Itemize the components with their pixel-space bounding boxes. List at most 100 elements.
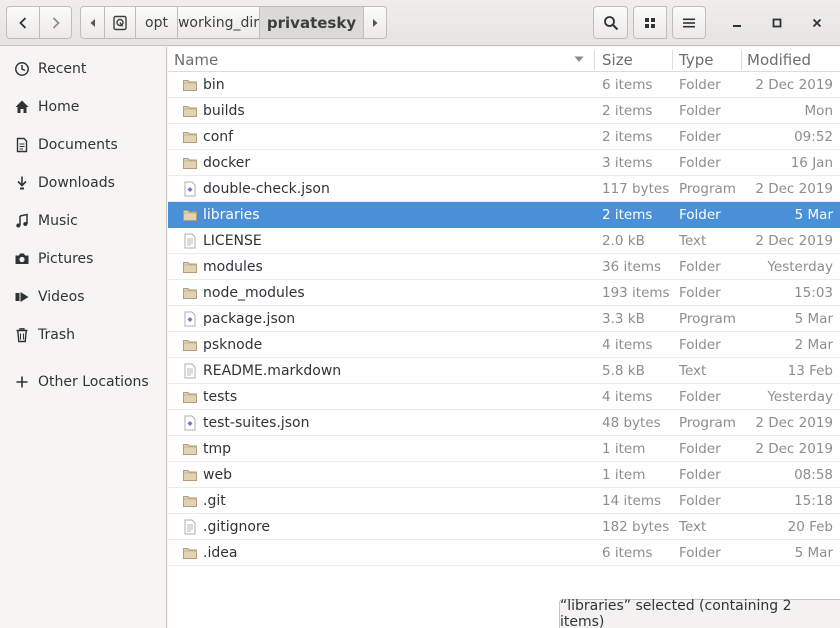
file-modified: 13 Feb <box>787 363 833 379</box>
path-crumb-current[interactable]: privatesky <box>260 6 364 39</box>
file-name: package.json <box>203 311 296 327</box>
back-button[interactable] <box>6 6 40 39</box>
file-row[interactable]: README.markdown 5.8 kB Text 13 Feb <box>168 358 840 384</box>
file-name: psknode <box>203 337 263 353</box>
file-row[interactable]: double-check.json 117 bytes Program 2 Dec 2… <box>168 176 840 202</box>
path-scroll-left-button[interactable] <box>80 6 105 39</box>
minimize-button[interactable] <box>722 8 752 38</box>
file-modified: Yesterday <box>767 259 833 275</box>
chevron-left-icon <box>19 16 27 29</box>
file-modified: 5 Mar <box>794 311 833 327</box>
column-separator <box>672 50 673 70</box>
file-name: docker <box>203 155 251 171</box>
maximize-button[interactable] <box>762 8 792 38</box>
sidebar-item-trash[interactable]: Trash <box>0 316 166 354</box>
forward-button[interactable] <box>39 6 72 39</box>
file-size: 6 items <box>602 77 653 93</box>
type-column-header[interactable]: Type <box>679 47 741 72</box>
file-size: 1 item <box>602 467 646 483</box>
file-row[interactable]: .git 14 items Folder 15:18 <box>168 488 840 514</box>
sidebar-item-documents[interactable]: Documents <box>0 126 166 164</box>
status-bar: “libraries” selected (containing 2 items… <box>559 598 840 628</box>
file-name: conf <box>203 129 234 145</box>
file-size: 48 bytes <box>602 415 661 431</box>
file-row[interactable]: bin 6 items Folder 2 Dec 2019 <box>168 72 840 98</box>
header-bar: opt working_dir privatesky <box>0 0 840 46</box>
file-list-view: Name Size Type Modified bin 6 items Folder… <box>168 47 840 628</box>
file-row[interactable]: web 1 item Folder 08:58 <box>168 462 840 488</box>
sidebar-item-pictures[interactable]: Pictures <box>0 240 166 278</box>
sidebar-item-downloads[interactable]: Downloads <box>0 164 166 202</box>
sidebar-item-label: Home <box>38 99 80 115</box>
file-name: bin <box>203 77 225 93</box>
folder-icon <box>182 77 198 93</box>
file-modified: 08:58 <box>794 467 833 483</box>
sidebar-item-label: Recent <box>38 61 87 77</box>
close-button[interactable] <box>802 8 832 38</box>
folder-icon <box>182 389 198 405</box>
file-name: LICENSE <box>203 233 262 249</box>
file-row[interactable]: psknode 4 items Folder 2 Mar <box>168 332 840 358</box>
name-column-header[interactable]: Name <box>174 47 594 72</box>
file-modified: 2 Dec 2019 <box>755 181 833 197</box>
file-row[interactable]: modules 36 items Folder Yesterday <box>168 254 840 280</box>
file-row[interactable]: node_modules 193 items Folder 15:03 <box>168 280 840 306</box>
file-size: 4 items <box>602 389 653 405</box>
sidebar-item-home[interactable]: Home <box>0 88 166 126</box>
size-column-header[interactable]: Size <box>602 47 672 72</box>
file-modified: 16 Jan <box>790 155 833 171</box>
sidebar-item-label: Downloads <box>38 175 115 191</box>
file-name: README.markdown <box>203 363 342 379</box>
file-size: 2 items <box>602 103 653 119</box>
file-row[interactable]: test-suites.json 48 bytes Program 2 Dec 201… <box>168 410 840 436</box>
file-type: Folder <box>679 337 721 353</box>
file-row[interactable]: .gitignore 182 bytes Text 20 Feb <box>168 514 840 540</box>
file-modified: 20 Feb <box>787 519 833 535</box>
grid-view-button[interactable] <box>633 6 667 39</box>
file-row[interactable]: LICENSE 2.0 kB Text 2 Dec 2019 <box>168 228 840 254</box>
file-row[interactable]: builds 2 items Folder Mon <box>168 98 840 124</box>
search-button[interactable] <box>593 6 628 39</box>
clock-icon <box>0 61 38 77</box>
sidebar-item-other-locations[interactable]: Other Locations <box>0 363 166 401</box>
file-type: Folder <box>679 77 721 93</box>
file-size: 117 bytes <box>602 181 670 197</box>
path-root-drive-button[interactable] <box>105 6 136 39</box>
file-name: .gitignore <box>203 519 270 535</box>
home-icon <box>0 99 38 115</box>
folder-icon <box>182 467 198 483</box>
file-size: 4 items <box>602 337 653 353</box>
file-type: Text <box>679 519 707 535</box>
file-type: Text <box>679 363 707 379</box>
file-row[interactable]: .idea 6 items Folder 5 Mar <box>168 540 840 566</box>
sidebar-item-videos[interactable]: Videos <box>0 278 166 316</box>
modified-column-header[interactable]: Modified <box>747 47 837 72</box>
file-row[interactable]: package.json 3.3 kB Program 5 Mar <box>168 306 840 332</box>
folder-icon <box>182 285 198 301</box>
maximize-icon <box>772 18 782 28</box>
file-type: Folder <box>679 467 721 483</box>
file-row[interactable]: conf 2 items Folder 09:52 <box>168 124 840 150</box>
path-scroll-right-button[interactable] <box>364 6 387 39</box>
json-file-icon <box>182 311 198 327</box>
file-row[interactable]: tests 4 items Folder Yesterday <box>168 384 840 410</box>
path-crumb-opt[interactable]: opt <box>136 6 178 39</box>
file-row[interactable]: docker 3 items Folder 16 Jan <box>168 150 840 176</box>
text-file-icon <box>182 233 198 249</box>
sidebar-item-music[interactable]: Music <box>0 202 166 240</box>
file-size: 2.0 kB <box>602 233 645 249</box>
file-name: modules <box>203 259 263 275</box>
folder-icon <box>182 545 198 561</box>
sidebar-item-recent[interactable]: Recent <box>0 50 166 88</box>
file-type: Folder <box>679 545 721 561</box>
file-modified: 15:03 <box>794 285 833 301</box>
file-type: Program <box>679 415 736 431</box>
file-modified: 2 Dec 2019 <box>755 77 833 93</box>
file-name: test-suites.json <box>203 415 310 431</box>
file-name: libraries <box>203 207 260 223</box>
view-menu-button[interactable] <box>672 6 706 39</box>
path-crumb-working-dir[interactable]: working_dir <box>178 6 260 39</box>
folder-icon <box>182 493 198 509</box>
file-row[interactable]: libraries 2 items Folder 5 Mar <box>168 202 840 228</box>
file-row[interactable]: tmp 1 item Folder 2 Dec 2019 <box>168 436 840 462</box>
